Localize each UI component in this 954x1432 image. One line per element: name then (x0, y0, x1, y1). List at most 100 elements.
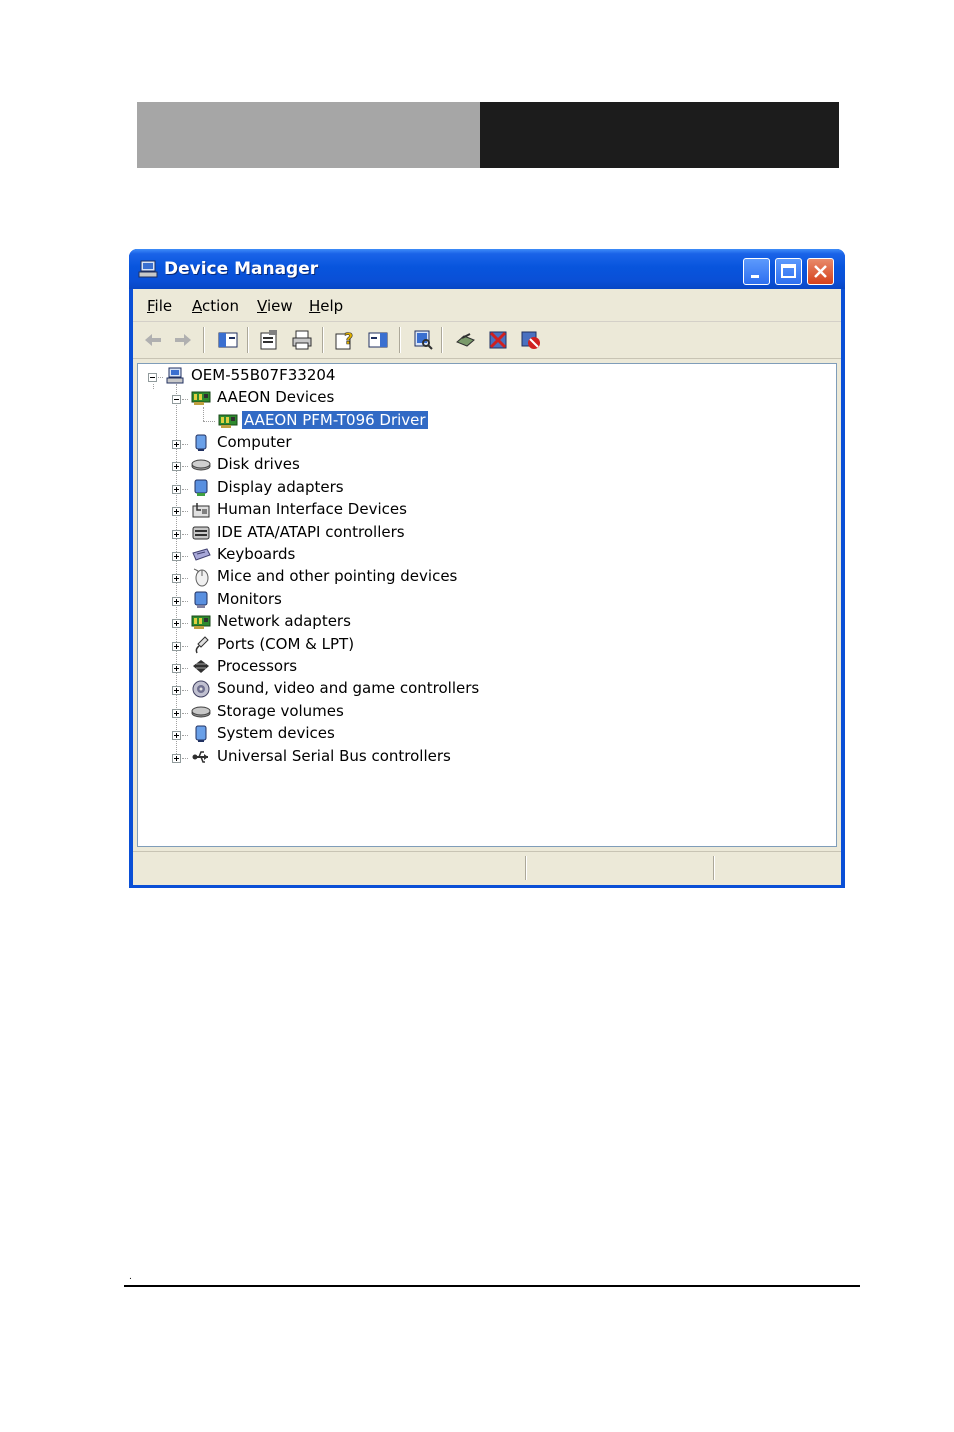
close-button[interactable] (807, 258, 834, 285)
menu-file[interactable]: File (147, 297, 172, 315)
mouse-icon (193, 568, 209, 587)
tree-device-aaeon-pfm-t096-driver[interactable]: AAEON PFM-T096 Driver (138, 409, 828, 431)
window-client-area: File Action View Help ? OEM-55B07F33204 … (133, 289, 841, 885)
tree-category-storage-volumes[interactable]: Storage volumes (138, 700, 828, 722)
toolbar-separator (203, 327, 205, 353)
tree-category-network-adapters[interactable]: Network adapters (138, 610, 828, 632)
collapse-toggle[interactable] (172, 395, 181, 404)
tree-category-label: AAEON Devices (217, 388, 335, 406)
expand-toggle[interactable] (172, 440, 181, 449)
tree-root-label: OEM-55B07F33204 (191, 366, 336, 384)
tree-category-display-adapters[interactable]: Display adapters (138, 476, 828, 498)
expand-toggle[interactable] (172, 484, 181, 494)
show-hide-tree-icon[interactable] (216, 328, 240, 352)
tree-category-label: Processors (217, 657, 298, 675)
tree-category-label: Disk drives (217, 455, 300, 474)
tree-category-label: Human Interface Devices (217, 500, 407, 519)
help-icon[interactable]: ? (333, 328, 357, 352)
tree-root[interactable]: OEM-55B07F33204 (138, 364, 828, 386)
usb-icon (192, 750, 208, 763)
tree-category-label: Monitors (217, 589, 282, 608)
expand-toggle[interactable] (172, 708, 181, 718)
tree-category-label: Computer (217, 433, 292, 451)
uninstall-icon[interactable] (486, 328, 510, 352)
expand-toggle[interactable] (172, 641, 181, 651)
close-icon (814, 265, 827, 278)
tree-category-keyboards[interactable]: Keyboards (138, 543, 828, 565)
disk-drive-icon (191, 459, 211, 471)
forward-arrow-icon[interactable] (171, 328, 195, 352)
disable-icon[interactable] (519, 328, 543, 352)
tree-category-ports-com-lpt[interactable]: Ports (COM & LPT) (138, 633, 828, 655)
expand-toggle[interactable] (172, 552, 181, 561)
port-icon (195, 635, 209, 653)
minimize-icon (751, 275, 759, 278)
scan-hardware-icon[interactable] (411, 328, 435, 352)
expand-toggle[interactable] (172, 731, 181, 741)
svg-text:?: ? (344, 329, 353, 348)
device-tree[interactable]: OEM-55B07F33204 AAEON Devices AAEON PFM-… (137, 363, 837, 847)
tree-category-mice-and-other-pointing-devices[interactable]: Mice and other pointing devices (138, 565, 828, 587)
tree-category-processors[interactable]: Processors (138, 655, 828, 677)
device-manager-icon (138, 260, 158, 278)
expand-toggle[interactable] (172, 529, 181, 539)
show-hide-action-pane-icon[interactable] (366, 328, 390, 352)
expand-toggle[interactable] (172, 619, 181, 629)
tree-category-label: IDE ATA/ATAPI controllers (217, 522, 405, 541)
collapse-toggle[interactable] (148, 373, 157, 382)
toolbar: ? (133, 322, 841, 359)
tree-line (182, 466, 188, 468)
maximize-button[interactable] (775, 258, 802, 285)
menu-help[interactable]: Help (309, 297, 343, 315)
tree-category-universal-serial-bus-controllers[interactable]: Universal Serial Bus controllers (138, 745, 828, 767)
storage-volume-icon (191, 706, 211, 718)
expand-toggle[interactable] (172, 664, 181, 673)
tree-category-system-devices[interactable]: System devices (138, 722, 828, 744)
tree-category-computer[interactable]: Computer (138, 431, 828, 453)
print-icon[interactable] (290, 328, 314, 352)
keyboard-icon (192, 548, 211, 561)
update-driver-icon[interactable] (454, 328, 478, 352)
title-bar[interactable]: Device Manager (129, 249, 845, 289)
tree-line (182, 712, 188, 714)
tree-line (182, 444, 188, 445)
status-bar (133, 851, 841, 885)
network-card-icon (191, 615, 211, 630)
tree-category-aaeon-devices[interactable]: AAEON Devices (138, 386, 828, 408)
expand-toggle[interactable] (172, 686, 181, 696)
tree-line (182, 735, 188, 737)
tree-category-human-interface-devices[interactable]: Human Interface Devices (138, 498, 828, 520)
tree-line (182, 623, 188, 625)
toolbar-separator (247, 327, 249, 353)
tree-category-sound-video-and-game-controllers[interactable]: Sound, video and game controllers (138, 677, 828, 699)
network-card-icon (191, 391, 211, 405)
device-manager-window: Device Manager File Action View Help ? O… (129, 249, 845, 888)
tree-category-label: Keyboards (217, 545, 296, 563)
tree-line (182, 600, 188, 602)
tree-category-label: Display adapters (217, 477, 344, 496)
tree-line (182, 578, 188, 580)
menu-action[interactable]: Action (192, 297, 239, 315)
tree-line (182, 511, 188, 513)
system-device-icon (195, 725, 207, 743)
tree-line (158, 377, 163, 378)
expand-toggle[interactable] (172, 574, 181, 584)
page-header-gray-block (137, 102, 480, 168)
expand-toggle[interactable] (172, 596, 181, 606)
tree-category-disk-drives[interactable]: Disk drives (138, 453, 828, 475)
back-arrow-icon[interactable] (141, 328, 165, 352)
expand-toggle[interactable] (172, 462, 181, 472)
properties-icon[interactable] (257, 328, 281, 352)
minimize-button[interactable] (743, 258, 770, 285)
expand-toggle[interactable] (172, 753, 181, 763)
tree-category-monitors[interactable]: Monitors (138, 588, 828, 610)
tree-category-label: Mice and other pointing devices (217, 567, 458, 586)
computer-root-icon (166, 367, 184, 384)
tree-category-ide-ata-atapi-controllers[interactable]: IDE ATA/ATAPI controllers (138, 521, 828, 543)
expand-toggle[interactable] (172, 507, 181, 517)
tree-category-label: System devices (217, 724, 335, 743)
processor-icon (193, 660, 209, 673)
menu-view[interactable]: View (257, 297, 293, 315)
tree-category-label: Sound, video and game controllers (217, 679, 480, 698)
page-header-black-block (480, 102, 839, 168)
